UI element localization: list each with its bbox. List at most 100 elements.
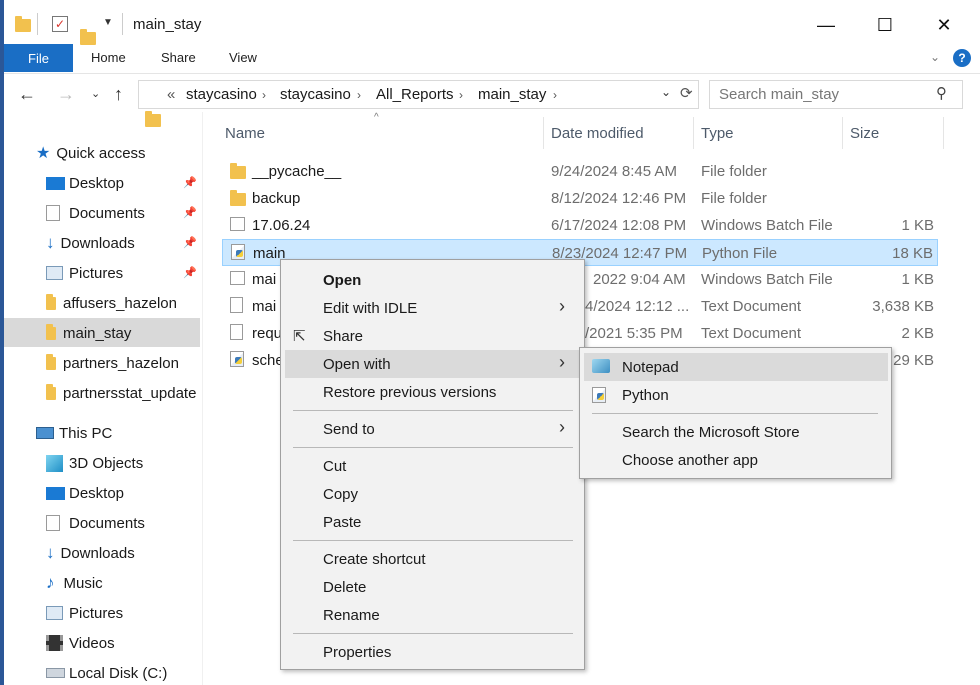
breadcrumb-item[interactable]: main_stay <box>478 86 546 103</box>
menu-item-notepad[interactable]: Notepad <box>584 353 888 381</box>
address-history-chevron-icon[interactable]: ⌄ <box>661 85 671 99</box>
file-size: 18 KB <box>892 245 933 262</box>
nav-item-pc-desktop[interactable]: Desktop <box>46 478 124 508</box>
file-type: Text Document <box>701 325 802 342</box>
expand-ribbon-chevron-icon[interactable]: ⌄ <box>930 50 940 64</box>
ribbon-bar <box>4 44 980 74</box>
file-name: mai <box>252 298 277 315</box>
column-header-name[interactable]: Name <box>225 125 265 142</box>
breadcrumb-item[interactable]: staycasino <box>186 86 257 103</box>
breadcrumb-chevron-icon[interactable]: › <box>357 88 361 102</box>
divider <box>122 13 123 35</box>
nav-item-main-stay[interactable]: main_stay <box>46 318 131 348</box>
column-divider[interactable] <box>693 117 694 149</box>
forward-arrow-icon[interactable]: → <box>57 84 75 105</box>
nav-item-videos[interactable]: Videos <box>46 628 115 658</box>
nav-item-pc-downloads[interactable]: ↓ Downloads <box>46 538 135 568</box>
menu-item-paste[interactable]: Paste <box>285 508 581 536</box>
text-file-icon <box>230 324 243 340</box>
downloads-arrow-icon: ↓ <box>46 543 55 562</box>
menu-item-share[interactable]: Share <box>285 322 581 350</box>
menu-item-edit-idle[interactable]: Edit with IDLE <box>285 294 581 322</box>
menu-item-open-with[interactable]: Open with <box>285 350 581 378</box>
nav-label: Pictures <box>69 264 124 282</box>
minimize-button[interactable]: — <box>803 9 849 41</box>
file-row[interactable]: backup 8/12/2024 12:46 PM File folder <box>222 185 938 212</box>
breadcrumb-item[interactable]: staycasino <box>280 86 351 103</box>
file-size: 1 KB <box>901 217 934 234</box>
customize-qat-chevron-icon[interactable]: ▼ <box>103 17 113 28</box>
refresh-icon[interactable]: ⟳ <box>680 84 693 102</box>
breadcrumb-item[interactable]: All_Reports <box>376 86 454 103</box>
nav-item-partners-hazelon[interactable]: partners_hazelon <box>46 348 179 378</box>
nav-item-pictures[interactable]: Pictures <box>46 258 123 288</box>
menu-item-restore-versions[interactable]: Restore previous versions <box>285 378 581 406</box>
breadcrumb-chevron-icon[interactable]: › <box>553 88 557 102</box>
column-divider[interactable] <box>543 117 544 149</box>
nav-item-affusers[interactable]: affusers_hazelon <box>46 288 177 318</box>
downloads-arrow-icon: ↓ <box>46 233 55 252</box>
column-divider[interactable] <box>943 117 944 149</box>
back-arrow-icon[interactable]: ← <box>18 84 36 105</box>
nav-label: Music <box>63 574 103 592</box>
file-type: Text Document <box>701 298 802 315</box>
column-header-date[interactable]: Date modified <box>551 125 644 142</box>
nav-this-pc[interactable]: This PC <box>36 418 112 448</box>
breadcrumb-overflow[interactable]: « <box>167 86 175 103</box>
menu-item-choose-app[interactable]: Choose another app <box>584 446 888 474</box>
nav-item-desktop[interactable]: Desktop <box>46 168 124 198</box>
pin-icon: 📌 <box>183 267 197 279</box>
file-size: 2 KB <box>901 325 934 342</box>
search-icon[interactable]: ⚲ <box>936 84 947 102</box>
menu-item-rename[interactable]: Rename <box>285 601 581 629</box>
python-file-icon <box>231 244 245 260</box>
file-date: 8/12/2024 12:46 PM <box>551 190 687 207</box>
file-size: 29 KB <box>893 352 934 369</box>
column-header-size[interactable]: Size <box>850 125 879 142</box>
file-row[interactable]: __pycache__ 9/24/2024 8:45 AM File folde… <box>222 158 938 185</box>
nav-item-pc-documents[interactable]: Documents <box>46 508 145 538</box>
nav-quick-access[interactable]: ★ Quick access <box>36 138 146 168</box>
menu-item-open[interactable]: Open <box>285 266 581 294</box>
nav-label: Videos <box>69 634 115 652</box>
nav-item-partnersstat[interactable]: partnersstat_update <box>46 378 200 408</box>
menu-item-send-to[interactable]: Send to <box>285 415 581 443</box>
pane-divider[interactable] <box>202 112 203 685</box>
menu-item-python[interactable]: Python <box>584 381 888 409</box>
tab-file[interactable]: File <box>4 44 73 72</box>
breadcrumb-chevron-icon[interactable]: › <box>459 88 463 102</box>
nav-item-local-disk[interactable]: Local Disk (C:) <box>46 658 167 685</box>
tab-share[interactable]: Share <box>161 50 196 65</box>
pictures-icon <box>46 606 63 620</box>
close-button[interactable]: ✕ <box>921 9 967 41</box>
tab-home[interactable]: Home <box>91 50 126 65</box>
menu-item-copy[interactable]: Copy <box>285 480 581 508</box>
nav-item-documents[interactable]: Documents <box>46 198 145 228</box>
pin-icon: 📌 <box>183 207 197 219</box>
menu-item-cut[interactable]: Cut <box>285 452 581 480</box>
file-row[interactable]: 17.06.24 6/17/2024 12:08 PM Windows Batc… <box>222 212 938 239</box>
column-header-type[interactable]: Type <box>701 125 734 142</box>
up-arrow-icon[interactable]: ↑ <box>114 84 123 105</box>
nav-item-pc-pictures[interactable]: Pictures <box>46 598 123 628</box>
column-divider[interactable] <box>842 117 843 149</box>
nav-item-music[interactable]: ♪ Music <box>46 568 103 598</box>
breadcrumb-chevron-icon[interactable]: › <box>262 88 266 102</box>
recent-locations-chevron-icon[interactable]: ⌄ <box>91 87 100 100</box>
folder-icon <box>15 16 31 32</box>
nav-label: Documents <box>69 204 145 222</box>
tab-view[interactable]: View <box>229 50 257 65</box>
help-icon[interactable]: ? <box>953 49 971 67</box>
nav-item-downloads[interactable]: ↓ Downloads <box>46 228 135 258</box>
properties-checkmark-icon[interactable]: ✓ <box>52 16 68 32</box>
pin-icon: 📌 <box>183 177 197 189</box>
menu-item-search-store[interactable]: Search the Microsoft Store <box>584 418 888 446</box>
menu-item-delete[interactable]: Delete <box>285 573 581 601</box>
file-date: 6/17/2024 12:08 PM <box>551 217 687 234</box>
file-type: Windows Batch File <box>701 271 833 288</box>
3d-objects-icon <box>46 454 63 472</box>
maximize-button[interactable]: ☐ <box>862 9 908 41</box>
menu-item-create-shortcut[interactable]: Create shortcut <box>285 545 581 573</box>
menu-item-properties[interactable]: Properties <box>285 638 581 666</box>
nav-item-3d-objects[interactable]: 3D Objects <box>46 448 143 478</box>
